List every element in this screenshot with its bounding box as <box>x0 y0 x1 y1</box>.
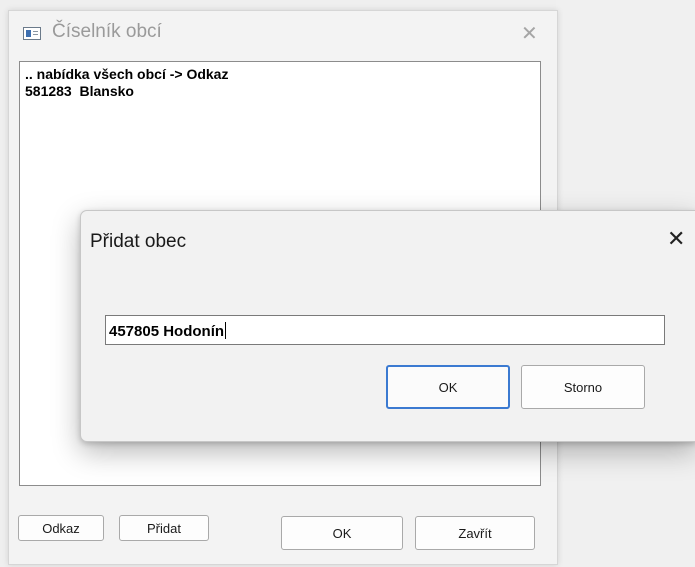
dialog-ok-button[interactable]: OK <box>386 365 510 409</box>
app-window-icon <box>23 27 41 40</box>
ok-button[interactable]: OK <box>281 516 403 550</box>
close-icon[interactable]: ✕ <box>521 21 538 45</box>
odkaz-button[interactable]: Odkaz <box>18 515 104 541</box>
title-bar: Číselník obcí ✕ <box>9 11 557 55</box>
pridat-obec-dialog: Přidat obec ✕ 457805 Hodonín OK Storno <box>80 210 695 442</box>
obec-input[interactable]: 457805 Hodonín <box>105 315 665 345</box>
obec-input-value: 457805 Hodonín <box>109 323 225 340</box>
zavrit-button[interactable]: Zavřít <box>415 516 535 550</box>
window-title: Číselník obcí <box>52 21 162 42</box>
dialog-close-icon[interactable]: ✕ <box>667 227 685 252</box>
dialog-title: Přidat obec <box>90 231 187 252</box>
text-caret <box>225 322 227 339</box>
dialog-storno-button[interactable]: Storno <box>521 365 645 409</box>
list-item[interactable]: .. nabídka všech obcí -> Odkaz <box>25 66 228 82</box>
list-item[interactable]: 581283 Blansko <box>25 83 134 99</box>
pridat-button[interactable]: Přidat <box>119 515 209 541</box>
